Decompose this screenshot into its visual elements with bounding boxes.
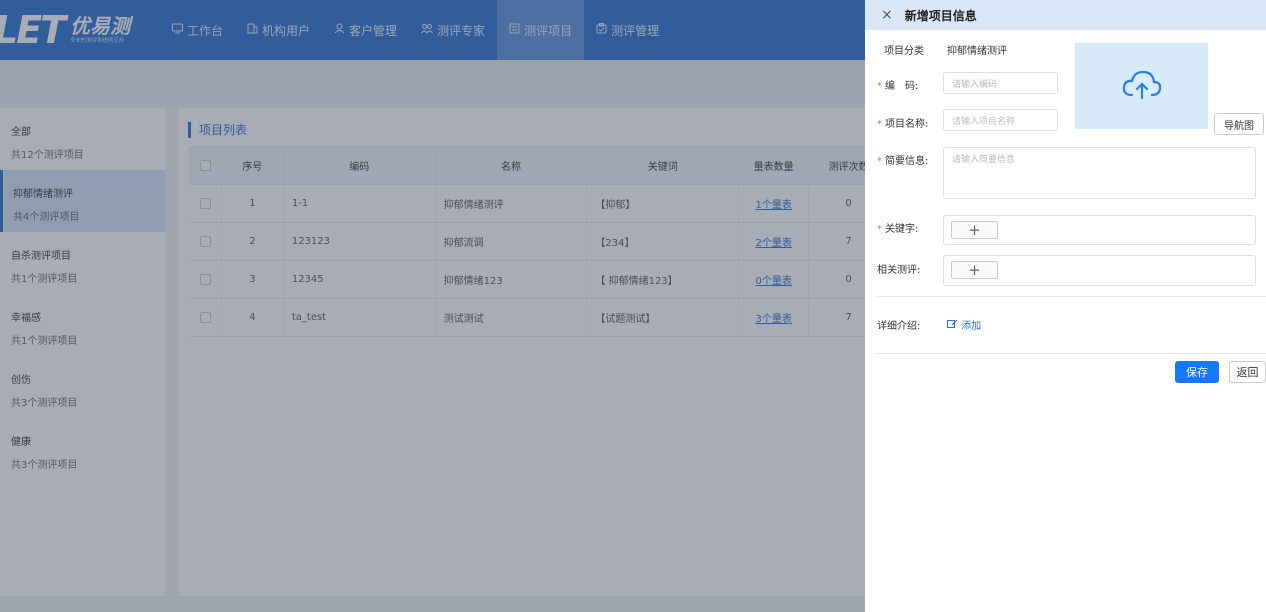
category-value: 抑郁情绪测评 <box>947 46 1007 57</box>
edit-icon <box>947 319 961 332</box>
required-mark: * <box>877 224 882 235</box>
add-keyword-button[interactable]: + <box>951 221 998 239</box>
cloud-upload-icon <box>1121 69 1163 104</box>
nav-image-button[interactable]: 导航图 <box>1214 113 1264 135</box>
add-related-assessment-button[interactable]: + <box>951 261 998 279</box>
keyword-label: * 关键字: <box>877 224 919 235</box>
related-assessment-label: 相关测评: <box>877 265 921 276</box>
close-icon[interactable]: × <box>881 7 893 23</box>
project-name-input[interactable]: 请输入项目名称 <box>943 109 1058 131</box>
new-project-drawer: × 新增项目信息 项目分类 抑郁情绪测评 * 编 码: 请输入编码 * 项目名称: … <box>865 0 1266 612</box>
drawer-title: 新增项目信息 <box>904 8 977 23</box>
drawer-header: × 新增项目信息 <box>865 0 1266 30</box>
code-input[interactable]: 请输入编码 <box>943 72 1058 94</box>
brief-textarea[interactable]: 请输入简要信息 <box>943 147 1256 199</box>
divider <box>877 296 1266 297</box>
detail-add-link[interactable]: 添加 <box>947 317 981 332</box>
back-button[interactable]: 返回 <box>1229 361 1266 383</box>
category-label: 项目分类 <box>884 46 924 57</box>
save-button[interactable]: 保存 <box>1175 361 1219 383</box>
required-mark: * <box>877 156 882 167</box>
divider <box>877 353 1266 354</box>
image-upload-area[interactable] <box>1075 43 1208 129</box>
detail-label: 详细介绍: <box>877 321 921 332</box>
required-mark: * <box>877 81 882 92</box>
project-name-label: * 项目名称: <box>877 119 929 130</box>
brief-label: * 简要信息: <box>877 156 929 167</box>
modal-backdrop[interactable] <box>0 0 865 612</box>
required-mark: * <box>877 119 882 130</box>
code-label: * 编 码: <box>877 81 919 92</box>
